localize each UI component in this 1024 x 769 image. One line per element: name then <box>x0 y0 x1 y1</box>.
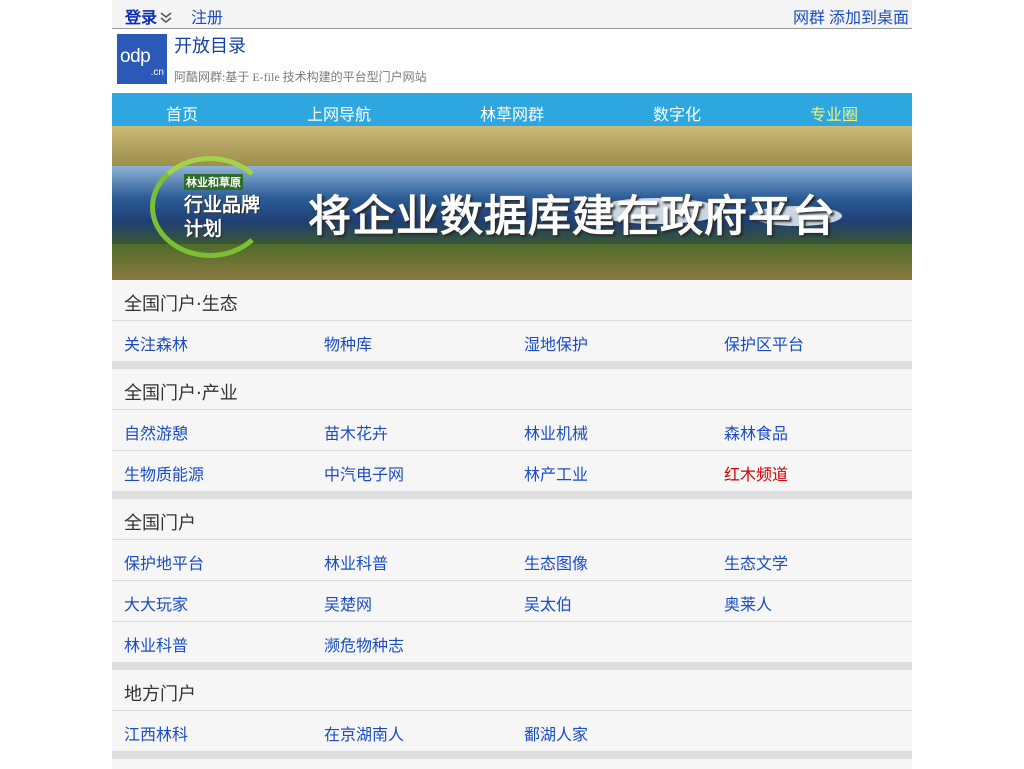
group-link[interactable]: 网群 <box>793 8 825 27</box>
portal-link[interactable]: 中汽电子网 <box>324 461 404 485</box>
portal-link[interactable]: 物种库 <box>324 331 372 355</box>
site-header: odp .cn 开放目录 阿酷网群:基于 E-file 技术构建的平台型门户网站 <box>112 29 912 94</box>
portal-link[interactable]: 鄱湖人家 <box>524 721 588 745</box>
portal-link[interactable]: 江西林科 <box>124 721 188 745</box>
banner-slogan: 将企业数据库建在政府平台 <box>308 192 836 242</box>
link-row: 江西林科 在京湖南人 鄱湖人家 <box>112 711 912 752</box>
portal-link[interactable]: 大大玩家 <box>124 591 188 615</box>
link-row: 保护地平台 林业科普 生态图像 生态文学 <box>112 540 912 581</box>
nav-digital[interactable]: 数字化 <box>653 101 701 125</box>
logo-text: odp <box>120 46 151 67</box>
chevron-down-icon[interactable] <box>159 9 173 23</box>
section-divider <box>112 752 912 759</box>
login-link[interactable]: 登录 <box>125 4 157 28</box>
portal-link[interactable]: 奥莱人 <box>724 591 772 615</box>
nav-forest-grass-group[interactable]: 林草网群 <box>480 101 544 125</box>
site-subtitle: 阿酷网群:基于 E-file 技术构建的平台型门户网站 <box>174 70 427 84</box>
portal-link[interactable]: 林业科普 <box>324 550 388 574</box>
portal-link[interactable]: 林产工业 <box>524 461 588 485</box>
portal-link[interactable]: 吴楚网 <box>324 591 372 615</box>
section-title-text: 全国门户 <box>124 513 196 534</box>
page: 登录 注册 网群 添加到桌面 odp .cn 开放目录 阿酷网群:基于 E-fil… <box>112 0 912 769</box>
portal-link[interactable]: 林业科普 <box>124 632 188 656</box>
portal-link[interactable]: 在京湖南人 <box>324 721 404 745</box>
section-title-text: 全国门户·产业 <box>124 383 238 404</box>
hero-banner[interactable]: 林业和草原 行业品牌 计划 将企业数据库建在政府平台 <box>112 126 912 280</box>
portal-link[interactable]: 森林食品 <box>724 420 788 444</box>
logo-suffix: .cn <box>150 67 164 78</box>
portal-link[interactable]: 濒危物种志 <box>324 632 404 656</box>
register-link[interactable]: 注册 <box>191 4 223 28</box>
section-title: 全国门户·产业 <box>112 369 912 410</box>
link-row: 大大玩家 吴楚网 吴太伯 奥莱人 <box>112 581 912 622</box>
badge-line2: 计划 <box>184 218 223 240</box>
section-ecology: 全国门户·生态 关注森林 物种库 湿地保护 保护区平台 <box>112 280 912 362</box>
main-nav: 首页 上网导航 林草网群 数字化 专业圈 <box>112 94 912 126</box>
section-industry: 全国门户·产业 自然游憩 苗木花卉 林业机械 森林食品 生物质能源 中汽电子网 … <box>112 369 912 492</box>
portal-link[interactable]: 保护区平台 <box>724 331 804 355</box>
link-row: 林业科普 濒危物种志 <box>112 622 912 663</box>
portal-link[interactable]: 湿地保护 <box>524 331 588 355</box>
section-divider <box>112 362 912 369</box>
link-row: 关注森林 物种库 湿地保护 保护区平台 <box>112 321 912 362</box>
top-bar: 登录 注册 网群 添加到桌面 <box>112 0 912 29</box>
section-divider <box>112 492 912 499</box>
portal-link[interactable]: 生态图像 <box>524 550 588 574</box>
top-right-links: 网群 添加到桌面 <box>789 4 909 28</box>
portal-link[interactable]: 保护地平台 <box>124 550 204 574</box>
nav-web-guide[interactable]: 上网导航 <box>307 101 371 125</box>
link-row: 生物质能源 中汽电子网 林产工业 红木频道 <box>112 451 912 492</box>
portal-link[interactable]: 吴太伯 <box>524 591 572 615</box>
section-title: 全国门户 <box>112 499 912 540</box>
section-divider <box>112 663 912 670</box>
account-links: 登录 注册 <box>125 4 223 28</box>
section-title-text: 地方门户 <box>124 684 196 705</box>
section-title-text: 全国门户·生态 <box>124 294 238 315</box>
portal-link-highlighted[interactable]: 红木频道 <box>724 461 788 485</box>
section-local: 地方门户 江西林科 在京湖南人 鄱湖人家 <box>112 670 912 752</box>
badge-top-text: 林业和草原 <box>184 174 243 190</box>
portal-link[interactable]: 林业机械 <box>524 420 588 444</box>
portal-link[interactable]: 生物质能源 <box>124 461 204 485</box>
badge-line1: 行业品牌 <box>184 194 261 216</box>
portal-link[interactable]: 关注森林 <box>124 331 188 355</box>
section-title: 全国门户·生态 <box>112 280 912 321</box>
nav-home[interactable]: 首页 <box>166 101 198 125</box>
site-title[interactable]: 开放目录 <box>174 32 246 58</box>
site-logo[interactable]: odp .cn <box>117 34 167 84</box>
nav-professional-circle[interactable]: 专业圈 <box>810 101 858 125</box>
section-title: 地方门户 <box>112 670 912 711</box>
section-national: 全国门户 保护地平台 林业科普 生态图像 生态文学 大大玩家 吴楚网 吴太伯 奥… <box>112 499 912 663</box>
portal-link[interactable]: 生态文学 <box>724 550 788 574</box>
portal-link[interactable]: 自然游憩 <box>124 420 188 444</box>
brand-plan-badge: 林业和草原 行业品牌 计划 <box>150 156 272 258</box>
link-row: 自然游憩 苗木花卉 林业机械 森林食品 <box>112 410 912 451</box>
add-to-desktop-link[interactable]: 添加到桌面 <box>829 8 909 27</box>
portal-link[interactable]: 苗木花卉 <box>324 420 388 444</box>
